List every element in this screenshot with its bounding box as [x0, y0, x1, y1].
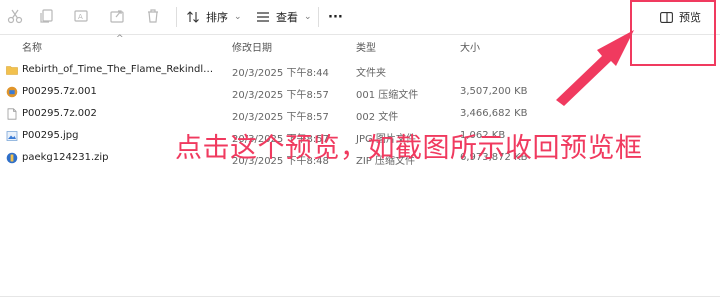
- status-divider: [0, 296, 720, 297]
- annotation-text: 点击这个预览，如截图所示收回预览框: [175, 133, 643, 164]
